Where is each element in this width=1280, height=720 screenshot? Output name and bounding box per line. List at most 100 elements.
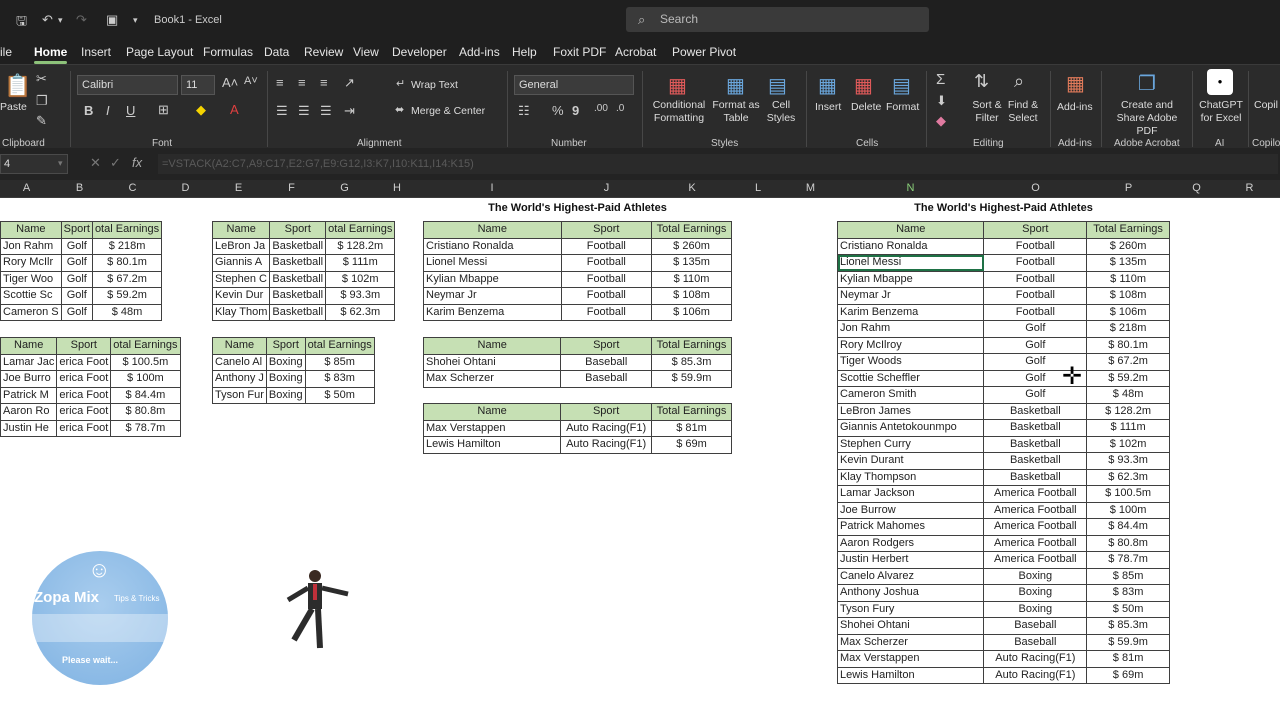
- sport-cell[interactable]: Football: [983, 287, 1088, 305]
- tab-file[interactable]: ile: [0, 45, 12, 59]
- name-cell[interactable]: Giannis A: [211, 254, 271, 272]
- header-cell[interactable]: Sport: [56, 337, 112, 355]
- tab-insert[interactable]: Insert: [81, 45, 111, 59]
- header-cell[interactable]: Sport: [269, 221, 327, 239]
- merge-center-button[interactable]: Merge & Center: [411, 105, 485, 118]
- sport-cell[interactable]: Basketball: [983, 402, 1088, 420]
- earnings-cell[interactable]: $ 260m: [1086, 237, 1170, 255]
- cell-styles-button[interactable]: Cell Styles: [762, 99, 800, 125]
- column-header-b[interactable]: B: [53, 182, 106, 194]
- header-cell[interactable]: Name: [422, 337, 562, 355]
- align-top-icon[interactable]: ≡: [276, 75, 284, 90]
- sport-cell[interactable]: Boxing: [983, 584, 1088, 602]
- sport-cell[interactable]: Football: [560, 303, 653, 321]
- column-header-i[interactable]: I: [423, 182, 561, 194]
- header-cell[interactable]: Sport: [60, 221, 93, 239]
- name-cell[interactable]: Justin He: [0, 419, 58, 437]
- sport-cell[interactable]: Baseball: [560, 370, 653, 388]
- sport-cell[interactable]: Basketball: [269, 237, 327, 255]
- redo-icon[interactable]: ↷: [76, 12, 87, 28]
- camera-icon[interactable]: ▣: [106, 12, 118, 28]
- earnings-cell[interactable]: $ 218m: [91, 237, 163, 255]
- sport-cell[interactable]: Football: [983, 270, 1088, 288]
- earnings-cell[interactable]: $ 100.5m: [1086, 485, 1170, 503]
- name-cell[interactable]: Lewis Hamilton: [836, 666, 985, 684]
- earnings-cell[interactable]: $ 100m: [110, 370, 181, 388]
- align-bottom-icon[interactable]: ≡: [320, 75, 328, 90]
- earnings-cell[interactable]: $ 108m: [1086, 287, 1170, 305]
- sport-cell[interactable]: Basketball: [983, 468, 1088, 486]
- insert-function-icon[interactable]: fx: [132, 155, 142, 170]
- name-cell[interactable]: Kylian Mbappe: [836, 270, 985, 288]
- header-cell[interactable]: Name: [0, 221, 62, 239]
- sport-cell[interactable]: Boxing: [983, 600, 1088, 618]
- earnings-cell[interactable]: $ 110m: [1086, 270, 1170, 288]
- column-header-h[interactable]: H: [371, 182, 423, 194]
- sport-cell[interactable]: Football: [983, 303, 1088, 321]
- tab-review[interactable]: Review: [304, 45, 343, 59]
- sport-cell[interactable]: erica Foot: [56, 370, 112, 388]
- name-cell[interactable]: Joe Burro: [0, 370, 58, 388]
- earnings-cell[interactable]: $ 260m: [651, 237, 732, 255]
- sport-cell[interactable]: Basketball: [269, 303, 327, 321]
- sport-cell[interactable]: Boxing: [983, 567, 1088, 585]
- earnings-cell[interactable]: $ 85m: [304, 353, 375, 371]
- align-left-icon[interactable]: ☰: [276, 103, 288, 119]
- header-cell[interactable]: Name: [423, 221, 562, 239]
- earnings-cell[interactable]: $ 100m: [1086, 501, 1170, 519]
- name-cell[interactable]: Tyson Fur: [212, 386, 267, 404]
- customize-qat-icon[interactable]: ▾: [133, 15, 138, 26]
- header-cell[interactable]: otal Earnings: [91, 221, 163, 239]
- name-cell[interactable]: Max Verstappen: [422, 419, 562, 437]
- sport-cell[interactable]: Football: [983, 237, 1088, 255]
- sport-cell[interactable]: America Football: [983, 501, 1088, 519]
- underline-icon[interactable]: U: [126, 103, 135, 118]
- tab-help[interactable]: Help: [512, 45, 537, 59]
- earnings-cell[interactable]: $ 111m: [1086, 419, 1170, 437]
- earnings-cell[interactable]: $ 108m: [651, 287, 732, 305]
- name-cell[interactable]: Lamar Jackson: [836, 485, 985, 503]
- name-cell[interactable]: Lewis Hamilton: [422, 436, 562, 454]
- sport-cell[interactable]: Auto Racing(F1): [983, 666, 1088, 684]
- header-cell[interactable]: Name: [211, 221, 271, 239]
- header-cell[interactable]: Name: [0, 337, 58, 355]
- tab-formulas[interactable]: Formulas: [203, 45, 253, 59]
- earnings-cell[interactable]: $ 50m: [304, 386, 375, 404]
- name-cell[interactable]: Shohei Ohtani: [422, 353, 562, 371]
- sport-cell[interactable]: Football: [560, 237, 653, 255]
- sport-cell[interactable]: America Football: [983, 518, 1088, 536]
- earnings-cell[interactable]: $ 50m: [1086, 600, 1170, 618]
- sport-cell[interactable]: Basketball: [269, 287, 327, 305]
- sport-cell[interactable]: Football: [560, 287, 653, 305]
- borders-icon[interactable]: ⊞: [158, 102, 169, 118]
- earnings-cell[interactable]: $ 69m: [1086, 666, 1170, 684]
- name-cell[interactable]: Stephen Curry: [836, 435, 985, 453]
- column-header-p[interactable]: P: [1087, 182, 1170, 194]
- header-cell[interactable]: otal Earnings: [325, 221, 396, 239]
- sport-cell[interactable]: Golf: [60, 237, 93, 255]
- name-cell[interactable]: Scottie Sc: [0, 287, 62, 305]
- earnings-cell[interactable]: $ 62.3m: [1086, 468, 1170, 486]
- shrink-font-icon[interactable]: A˅: [244, 75, 258, 87]
- name-cell[interactable]: Cristiano Ronalda: [423, 237, 562, 255]
- enter-icon[interactable]: ✓: [110, 155, 121, 171]
- name-cell[interactable]: Kevin Dur: [211, 287, 271, 305]
- sport-cell[interactable]: erica Foot: [56, 386, 112, 404]
- sport-cell[interactable]: Football: [560, 270, 653, 288]
- earnings-cell[interactable]: $ 106m: [1086, 303, 1170, 321]
- name-cell[interactable]: Jon Rahm: [0, 237, 62, 255]
- sport-cell[interactable]: erica Foot: [56, 419, 112, 437]
- earnings-cell[interactable]: $ 62.3m: [325, 303, 396, 321]
- sport-cell[interactable]: Golf: [60, 254, 93, 272]
- name-cell[interactable]: Patrick Mahomes: [836, 518, 985, 536]
- earnings-cell[interactable]: $ 59.9m: [1086, 633, 1170, 651]
- sport-cell[interactable]: America Football: [983, 485, 1088, 503]
- column-header-k[interactable]: K: [652, 182, 732, 194]
- accounting-format-icon[interactable]: ☷: [518, 103, 530, 119]
- header-cell[interactable]: Total Earnings: [651, 337, 732, 355]
- sport-cell[interactable]: Basketball: [269, 270, 327, 288]
- search-box[interactable]: ⌕ Search: [626, 7, 929, 32]
- save-icon[interactable]: 🖫: [16, 12, 27, 34]
- name-cell[interactable]: Anthony J: [212, 370, 267, 388]
- font-size-select[interactable]: 11: [181, 75, 215, 95]
